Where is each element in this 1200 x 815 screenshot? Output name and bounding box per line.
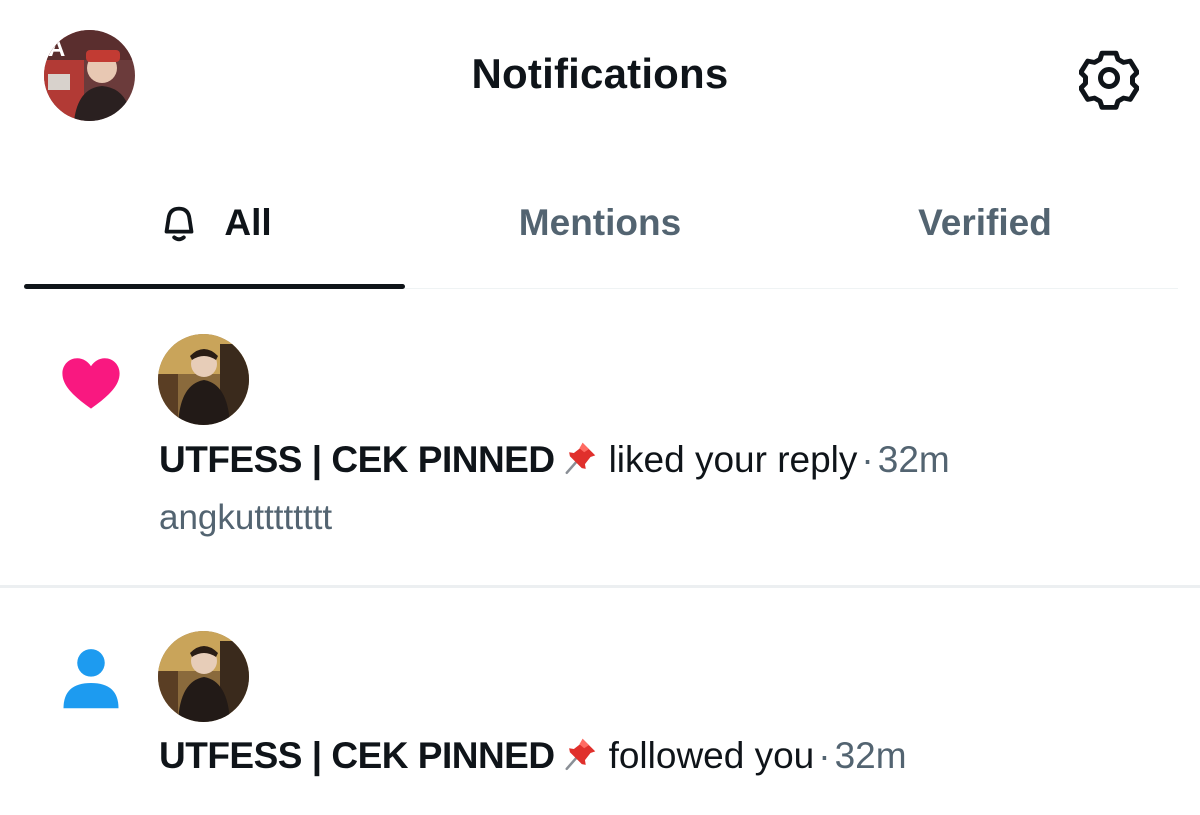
reply-preview[interactable]: angkutttttttt	[159, 498, 332, 538]
tab-verified[interactable]: Verified	[795, 170, 1175, 275]
bell-icon	[164, 206, 194, 241]
tab-label: Mentions	[518, 201, 682, 243]
page-title: Notifications	[471, 50, 729, 97]
gear-icon[interactable]	[1078, 50, 1140, 110]
pushpin-icon	[565, 738, 595, 771]
tab-label: Verified	[918, 201, 1052, 243]
avatar[interactable]	[158, 334, 249, 425]
notification-text: UTFESS | CEK PINNED liked your reply · 32m	[159, 438, 950, 482]
active-tab-indicator	[24, 284, 405, 289]
timestamp: 32m	[877, 439, 950, 480]
person-icon	[63, 649, 119, 709]
top-bar: A Notifications	[0, 0, 1200, 150]
heart-icon	[62, 358, 120, 409]
pushpin-icon	[565, 442, 595, 475]
notification-item[interactable]: UTFESS | CEK PINNED followed you · 32m	[0, 588, 1200, 815]
notification-item[interactable]: UTFESS | CEK PINNED liked your reply · 32m…	[0, 300, 1200, 585]
notification-tabs: All Mentions Verified	[0, 170, 1200, 290]
actor-name[interactable]: UTFESS | CEK PINNED	[159, 439, 555, 480]
avatar[interactable]	[158, 631, 249, 722]
action-text: liked your reply	[608, 439, 858, 480]
timestamp: 32m	[834, 735, 907, 776]
action-text: followed you	[608, 735, 815, 776]
tab-all[interactable]: All	[24, 170, 404, 275]
tab-label: All	[224, 201, 272, 243]
separator: ·	[818, 735, 831, 776]
actor-name[interactable]: UTFESS | CEK PINNED	[159, 735, 555, 776]
separator: ·	[861, 439, 874, 480]
notification-text: UTFESS | CEK PINNED followed you · 32m	[159, 734, 907, 778]
tab-mentions[interactable]: Mentions	[410, 170, 790, 275]
